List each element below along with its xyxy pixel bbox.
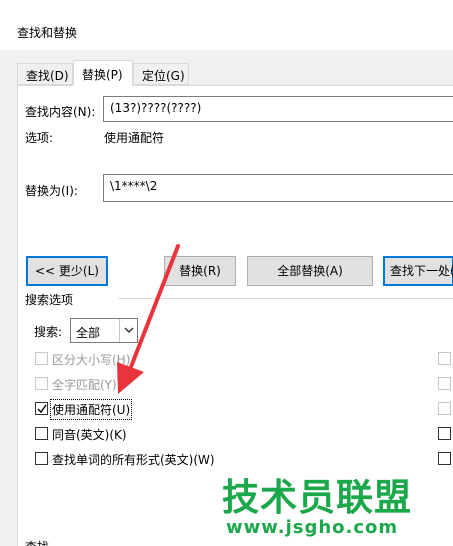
watermark-url: www.jsgho.com [226,517,399,538]
tab-replace[interactable]: 替换(P) [73,60,133,86]
watermark-brand: 技术员联盟 [222,476,412,519]
annotation-arrow-icon [117,244,180,394]
watermark: 技术员联盟 www.jsgho.com [222,478,412,538]
